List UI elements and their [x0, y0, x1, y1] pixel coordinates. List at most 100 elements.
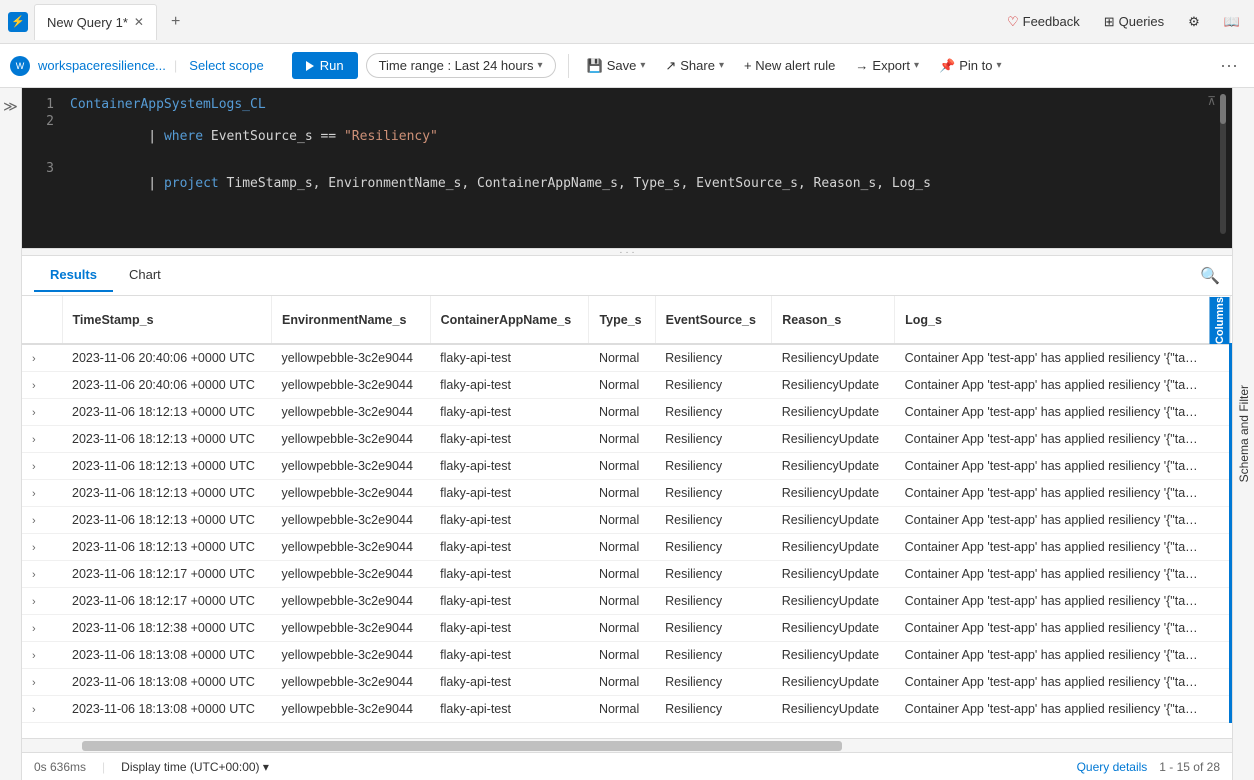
table-cell: Resiliency — [655, 453, 772, 480]
table-cell: 2023-11-06 18:13:08 +0000 UTC — [62, 669, 272, 696]
sidebar-right[interactable]: Schema and Filter — [1232, 88, 1254, 780]
run-button[interactable]: Run — [292, 52, 358, 79]
row-expand-button[interactable]: › — [32, 434, 36, 446]
results-panel: Results Chart 🔍 TimeStamp_s EnvironmentN… — [22, 256, 1232, 752]
display-time-dropdown: ▾ — [263, 760, 269, 774]
table-cell: ResiliencyUpdate — [772, 588, 895, 615]
tab-results[interactable]: Results — [34, 259, 113, 292]
table-cell: flaky-api-test — [430, 534, 589, 561]
line-number-1: 1 — [22, 97, 54, 112]
col-log[interactable]: Log_s — [895, 296, 1209, 344]
col-envname[interactable]: EnvironmentName_s — [272, 296, 431, 344]
drag-handle[interactable]: · · · — [22, 248, 1232, 256]
col-columns-button[interactable]: Columns — [1209, 296, 1231, 344]
new-tab-button[interactable]: + — [163, 9, 188, 35]
table-cell: ResiliencyUpdate — [772, 534, 895, 561]
row-expand-button[interactable]: › — [32, 380, 36, 392]
col-reason[interactable]: Reason_s — [772, 296, 895, 344]
table-row[interactable]: ›2023-11-06 18:12:13 +0000 UTCyellowpebb… — [22, 480, 1231, 507]
row-expand-button[interactable]: › — [32, 461, 36, 473]
row-expand-button[interactable]: › — [32, 623, 36, 635]
table-row[interactable]: ›2023-11-06 18:12:13 +0000 UTCyellowpebb… — [22, 507, 1231, 534]
row-expand-button[interactable]: › — [32, 407, 36, 419]
feedback-label: Feedback — [1023, 14, 1080, 29]
bookmark-button[interactable]: 📖 — [1218, 10, 1246, 34]
export-dropdown-icon: ▾ — [914, 60, 919, 71]
save-button[interactable]: 💾 Save ▾ — [581, 54, 652, 78]
time-range-button[interactable]: Time range : Last 24 hours ▾ — [366, 53, 556, 78]
display-time[interactable]: Display time (UTC+00:00) ▾ — [121, 760, 269, 774]
table-row[interactable]: ›2023-11-06 20:40:06 +0000 UTCyellowpebb… — [22, 372, 1231, 399]
share-button[interactable]: ↗ Share ▾ — [659, 54, 730, 78]
table-row[interactable]: ›2023-11-06 18:12:17 +0000 UTCyellowpebb… — [22, 561, 1231, 588]
display-time-label: Display time (UTC+00:00) — [121, 760, 259, 774]
table-cell: Container App 'test-app' has applied res… — [895, 344, 1209, 372]
table-cell: ResiliencyUpdate — [772, 399, 895, 426]
row-expand-button[interactable]: › — [32, 353, 36, 365]
workspace-name[interactable]: workspaceresilience... — [38, 58, 166, 73]
feedback-button[interactable]: ♡ Feedback — [1001, 10, 1086, 34]
queries-button[interactable]: ⊞ Queries — [1098, 10, 1170, 34]
row-expand-button[interactable]: › — [32, 488, 36, 500]
row-expand-button[interactable]: › — [32, 596, 36, 608]
row-expand-button[interactable]: › — [32, 542, 36, 554]
row-expand-button[interactable]: › — [32, 650, 36, 662]
time-range-label: Time range : Last 24 hours — [379, 58, 534, 73]
col-appname[interactable]: ContainerAppName_s — [430, 296, 589, 344]
table-cell: ResiliencyUpdate — [772, 453, 895, 480]
table-cell: Resiliency — [655, 426, 772, 453]
row-expand-button[interactable]: › — [32, 569, 36, 581]
search-results-button[interactable]: 🔍 — [1200, 266, 1220, 286]
horizontal-scrollbar[interactable] — [22, 738, 1232, 752]
columns-cell — [1209, 426, 1231, 453]
share-label: Share — [680, 58, 715, 73]
query-details-link[interactable]: Query details — [1077, 760, 1148, 774]
col-eventsource[interactable]: EventSource_s — [655, 296, 772, 344]
scrollbar-thumb[interactable] — [82, 741, 842, 751]
table-row[interactable]: ›2023-11-06 18:13:08 +0000 UTCyellowpebb… — [22, 696, 1231, 723]
row-expand-button[interactable]: › — [32, 704, 36, 716]
table-cell: 2023-11-06 18:12:17 +0000 UTC — [62, 561, 272, 588]
row-expand-button[interactable]: › — [32, 515, 36, 527]
select-scope-button[interactable]: Select scope — [185, 56, 267, 75]
table-cell: ResiliencyUpdate — [772, 507, 895, 534]
settings-button[interactable]: ⚙ — [1182, 10, 1206, 34]
editor-scrollbar[interactable] — [1220, 94, 1226, 234]
table-cell: yellowpebble-3c2e9044 — [272, 696, 431, 723]
code-line-3: 3 | project TimeStamp_s, EnvironmentName… — [22, 160, 1232, 207]
expand-editor-button[interactable]: ⊼ — [1207, 94, 1216, 108]
table-row[interactable]: ›2023-11-06 18:12:13 +0000 UTCyellowpebb… — [22, 453, 1231, 480]
table-row[interactable]: ›2023-11-06 18:13:08 +0000 UTCyellowpebb… — [22, 642, 1231, 669]
table-row[interactable]: ›2023-11-06 20:40:06 +0000 UTCyellowpebb… — [22, 344, 1231, 372]
table-row[interactable]: ›2023-11-06 18:12:13 +0000 UTCyellowpebb… — [22, 426, 1231, 453]
tab-chart[interactable]: Chart — [113, 259, 177, 292]
columns-cell — [1209, 480, 1231, 507]
col-timestamp[interactable]: TimeStamp_s — [62, 296, 272, 344]
code-editor[interactable]: 1 ContainerAppSystemLogs_CL 2 | where Ev… — [22, 88, 1232, 248]
collapse-sidebar-button[interactable]: ≫ — [1, 96, 20, 117]
table-cell: 2023-11-06 18:12:13 +0000 UTC — [62, 399, 272, 426]
results-table-container[interactable]: TimeStamp_s EnvironmentName_s ContainerA… — [22, 296, 1232, 738]
pin-to-button[interactable]: 📌 Pin to ▾ — [933, 54, 1007, 78]
schema-filter-label[interactable]: Schema and Filter — [1237, 377, 1251, 490]
tab-close-button[interactable]: ✕ — [134, 15, 144, 29]
more-button[interactable]: ··· — [1214, 51, 1244, 80]
table-cell: 2023-11-06 18:12:13 +0000 UTC — [62, 480, 272, 507]
table-row[interactable]: ›2023-11-06 18:12:38 +0000 UTCyellowpebb… — [22, 615, 1231, 642]
table-row[interactable]: ›2023-11-06 18:12:17 +0000 UTCyellowpebb… — [22, 588, 1231, 615]
row-expand-button[interactable]: › — [32, 677, 36, 689]
table-row[interactable]: ›2023-11-06 18:12:13 +0000 UTCyellowpebb… — [22, 399, 1231, 426]
table-cell: 2023-11-06 18:12:13 +0000 UTC — [62, 507, 272, 534]
table-cell: Container App 'test-app' has applied res… — [895, 669, 1209, 696]
table-row[interactable]: ›2023-11-06 18:13:08 +0000 UTCyellowpebb… — [22, 669, 1231, 696]
table-cell: Normal — [589, 561, 655, 588]
active-tab[interactable]: New Query 1* ✕ — [34, 4, 157, 40]
workspace-icon: W — [10, 56, 30, 76]
time-range-dropdown-icon: ▾ — [537, 60, 542, 71]
execution-time: 0s 636ms — [34, 760, 86, 774]
table-cell: Container App 'test-app' has applied res… — [895, 426, 1209, 453]
table-row[interactable]: ›2023-11-06 18:12:13 +0000 UTCyellowpebb… — [22, 534, 1231, 561]
export-button[interactable]: → Export ▾ — [849, 54, 925, 77]
col-type[interactable]: Type_s — [589, 296, 655, 344]
new-alert-button[interactable]: + New alert rule — [738, 54, 841, 77]
